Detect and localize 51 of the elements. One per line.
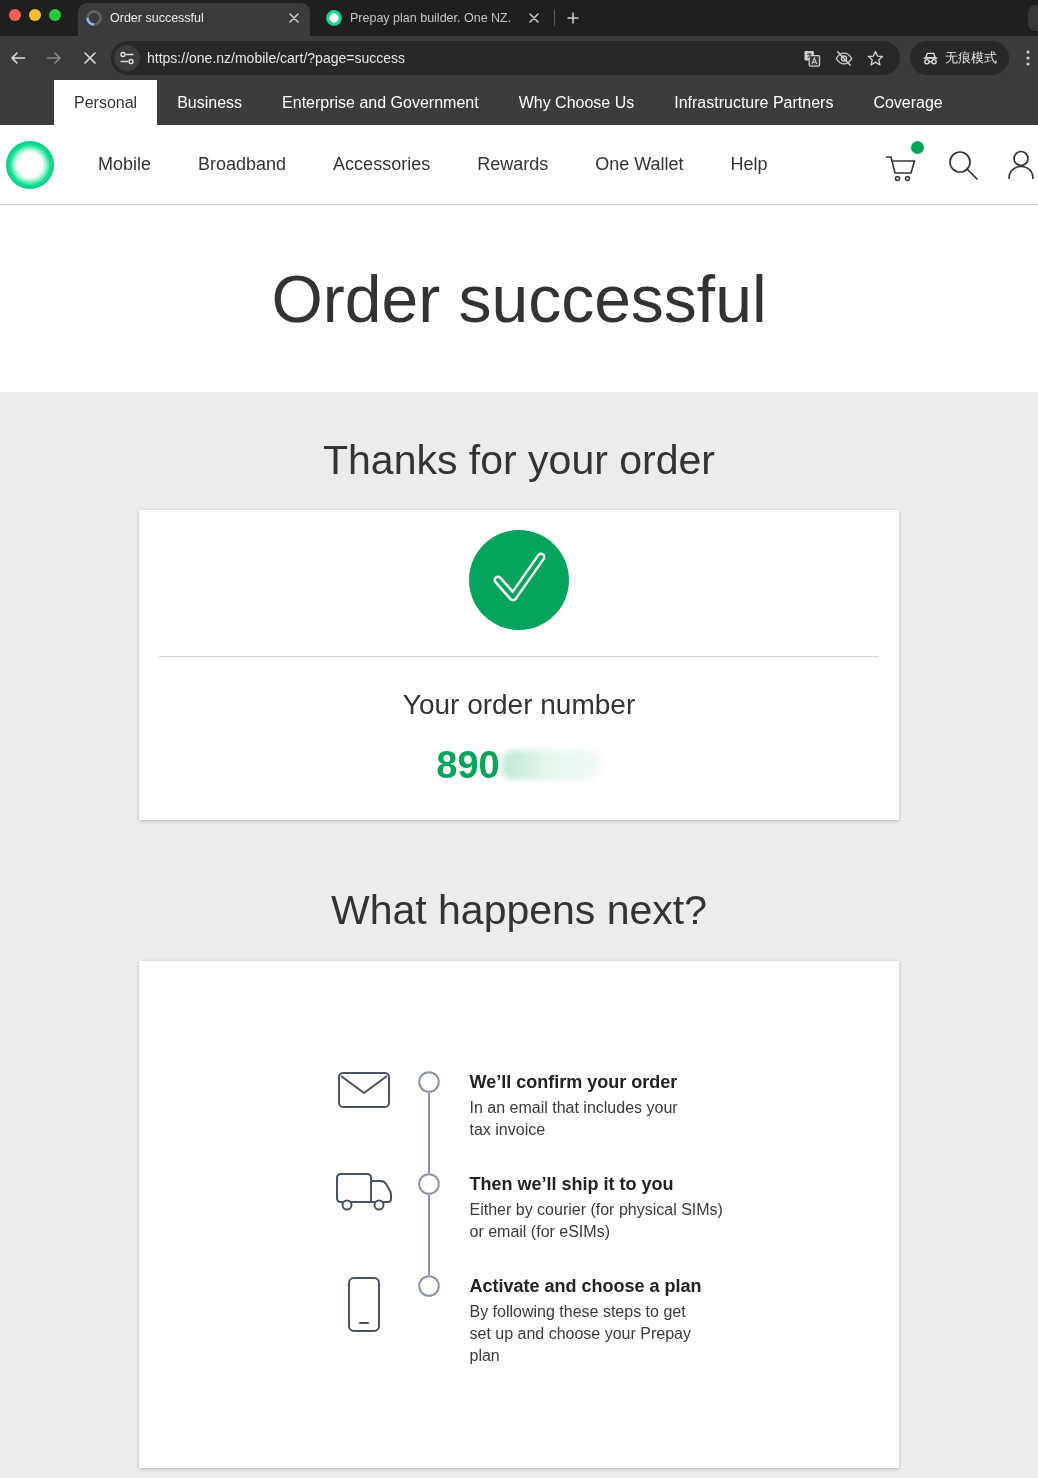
close-icon[interactable] [289, 13, 299, 23]
cart-icon[interactable] [885, 153, 917, 182]
user-icon[interactable] [1008, 149, 1034, 180]
section-heading: What happens next? [330, 886, 708, 935]
nav-link[interactable]: Broadband [198, 154, 287, 175]
timeline-node-icon [417, 1071, 440, 1093]
nav-link[interactable]: Accessories [333, 154, 431, 175]
close-icon[interactable] [529, 13, 539, 23]
segment-tab[interactable]: Why Choose Us [498, 80, 655, 125]
timeline-node-icon [417, 1173, 440, 1195]
browser-tab[interactable]: Order successful [78, 3, 310, 36]
eye-slash-icon[interactable] [835, 49, 853, 67]
order-number: 890 [436, 743, 500, 788]
segment-tab[interactable]: Personal [54, 80, 158, 125]
new-tab-icon[interactable] [567, 12, 579, 24]
truck-icon [335, 1173, 392, 1211]
check-circle-icon [469, 530, 569, 630]
more-menu-icon[interactable] [1026, 50, 1030, 66]
nav-link[interactable]: Rewards [477, 154, 549, 175]
close-window-icon[interactable] [9, 9, 21, 21]
segment-tab[interactable]: Infrastructure Partners [654, 80, 854, 125]
incognito-icon [923, 51, 938, 65]
step-description: In an email that includes your tax invoice [469, 1098, 679, 1140]
back-arrow-icon[interactable] [10, 50, 26, 66]
minimize-window-icon[interactable] [29, 9, 41, 21]
translate-icon[interactable] [803, 49, 821, 67]
site-settings-icon[interactable] [114, 45, 140, 71]
nav-link[interactable]: Help [730, 154, 768, 175]
browser-tab[interactable]: Prepay plan builder. One NZ. [318, 3, 550, 36]
segment-tab[interactable]: Coverage [853, 80, 963, 125]
section-heading: Thanks for your order [323, 436, 715, 485]
segment-tab[interactable]: Business [157, 80, 263, 125]
close-icon[interactable] [82, 50, 98, 66]
maximize-window-icon[interactable] [49, 9, 61, 21]
timeline-node-icon [417, 1275, 440, 1297]
search-icon[interactable] [948, 149, 978, 180]
step-title: Then we’ll ship it to you [469, 1173, 675, 1195]
segment-tab[interactable]: Enterprise and Government [262, 80, 499, 125]
envelope-icon [337, 1072, 390, 1108]
star-icon[interactable] [867, 49, 884, 67]
nav-link[interactable]: Mobile [98, 154, 152, 175]
step-title: Activate and choose a plan [469, 1275, 703, 1297]
page-title: Order successful [271, 260, 767, 338]
step-description: Either by courier (for physical SIMs) or email (for eSIMs) [469, 1200, 724, 1242]
phone-icon [347, 1277, 380, 1332]
address-bar[interactable]: https://one.nz/mobile/cart/?page=success [111, 41, 900, 75]
step-description: By following these steps to get set up and choose your Prepay plan [469, 1302, 692, 1366]
nav-link[interactable]: One Wallet [595, 154, 684, 175]
incognito-button[interactable]: 无痕模式 [910, 41, 1009, 75]
step-title: We’ll confirm your order [469, 1071, 679, 1093]
order-number-label: Your order number [402, 688, 636, 722]
